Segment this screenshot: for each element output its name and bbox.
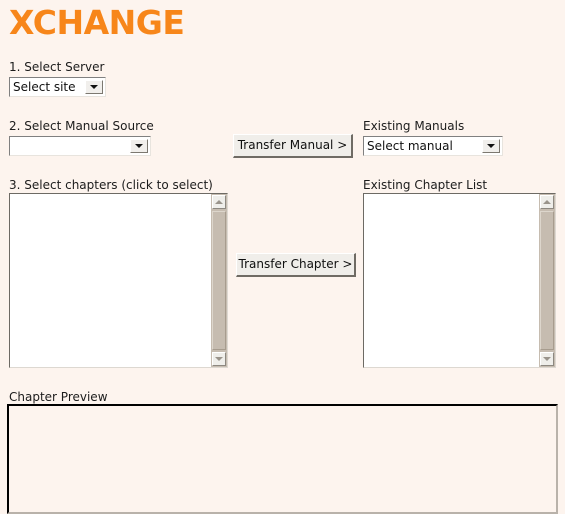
source-chapter-scrollbar[interactable] xyxy=(210,194,227,367)
existing-chapter-list-items[interactable] xyxy=(364,194,538,367)
existing-manuals-select-value: Select manual xyxy=(367,139,453,153)
select-manual-source-label: 2. Select Manual Source xyxy=(9,119,154,133)
existing-chapter-listbox[interactable] xyxy=(363,193,556,368)
chevron-down-icon[interactable] xyxy=(85,80,103,94)
app-brand-title: XCHANGE xyxy=(9,3,185,42)
server-select-value: Select site xyxy=(13,80,76,94)
triangle-up-icon[interactable] xyxy=(212,195,226,209)
transfer-chapter-button[interactable]: Transfer Chapter > xyxy=(236,253,356,277)
existing-manuals-select[interactable]: Select manual xyxy=(363,136,503,156)
server-select[interactable]: Select site xyxy=(9,77,106,97)
chapter-preview-pane[interactable] xyxy=(7,404,558,514)
existing-manuals-label: Existing Manuals xyxy=(363,119,465,133)
triangle-down-icon[interactable] xyxy=(212,352,226,366)
select-chapters-label: 3. Select chapters (click to select) xyxy=(9,178,213,192)
scrollbar-thumb[interactable] xyxy=(212,211,226,350)
chevron-down-icon[interactable] xyxy=(130,139,148,153)
scrollbar-thumb[interactable] xyxy=(540,211,554,350)
triangle-up-icon[interactable] xyxy=(540,195,554,209)
existing-chapter-scrollbar[interactable] xyxy=(538,194,555,367)
select-server-label: 1. Select Server xyxy=(9,60,105,74)
existing-chapter-list-label: Existing Chapter List xyxy=(363,178,488,192)
chapter-preview-label: Chapter Preview xyxy=(9,390,108,404)
manual-source-select[interactable] xyxy=(9,136,151,156)
source-chapter-listbox[interactable] xyxy=(9,193,228,368)
manual-source-select-value xyxy=(10,137,130,155)
chevron-down-icon[interactable] xyxy=(482,139,500,153)
triangle-down-icon[interactable] xyxy=(540,352,554,366)
transfer-manual-button[interactable]: Transfer Manual > xyxy=(233,134,353,158)
source-chapter-list-items[interactable] xyxy=(10,194,210,367)
chapter-preview-content xyxy=(9,406,556,414)
